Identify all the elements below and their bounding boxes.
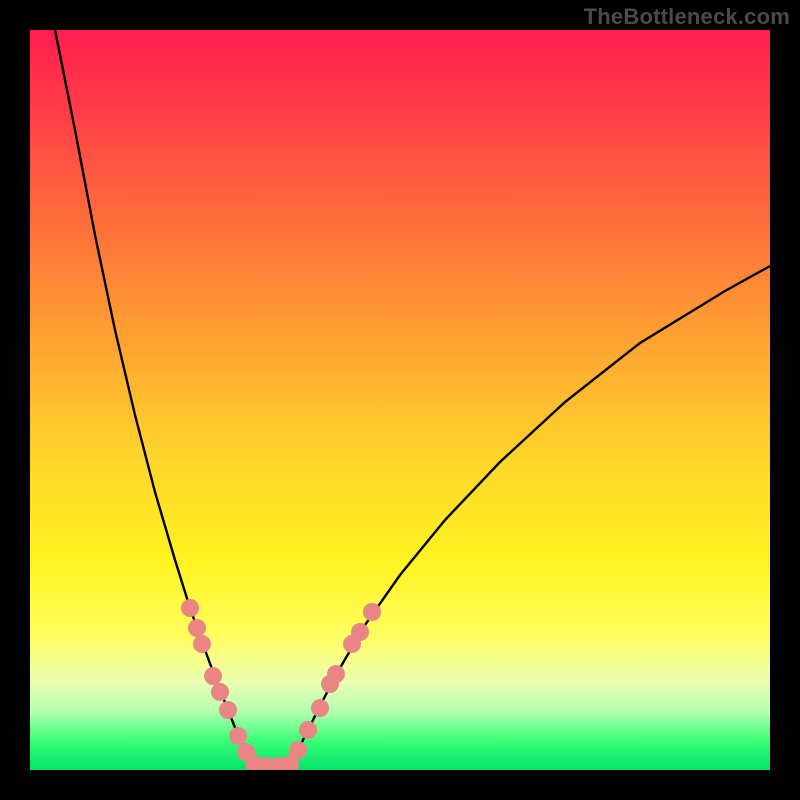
data-marker: [188, 619, 206, 637]
data-marker: [351, 623, 369, 641]
data-marker: [289, 741, 307, 759]
watermark-text: TheBottleneck.com: [584, 4, 790, 30]
curve-left-branch: [55, 30, 255, 765]
data-markers: [181, 599, 381, 770]
curve-right-branch: [290, 266, 770, 765]
data-marker: [299, 721, 317, 739]
data-marker: [193, 635, 211, 653]
data-marker: [219, 701, 237, 719]
data-marker: [204, 667, 222, 685]
data-marker: [327, 665, 345, 683]
data-marker: [311, 699, 329, 717]
plot-area: [30, 30, 770, 770]
chart-svg: [30, 30, 770, 770]
data-marker: [211, 683, 229, 701]
data-marker: [229, 727, 247, 745]
data-marker: [363, 603, 381, 621]
chart-frame: TheBottleneck.com: [0, 0, 800, 800]
data-marker: [181, 599, 199, 617]
